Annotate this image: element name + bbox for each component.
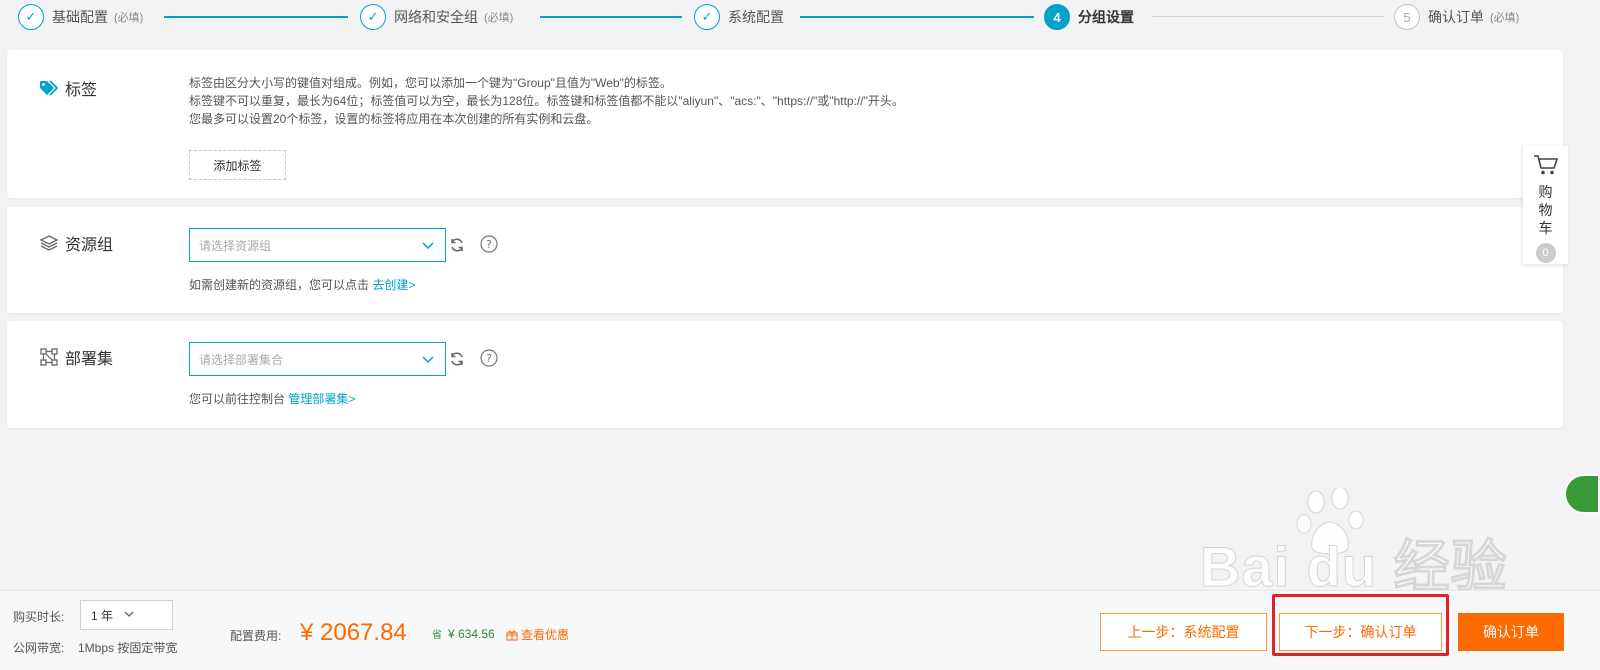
previous-step-button[interactable]: 上一步：系统配置: [1100, 613, 1267, 651]
save-badge-icon: 省: [432, 630, 442, 641]
view-offers-link[interactable]: 查看优惠: [506, 626, 569, 643]
duration-value: 1 年: [91, 608, 114, 623]
bandwidth-value: 1Mbps 按固定带宽: [78, 641, 178, 655]
svg-text:?: ?: [486, 352, 492, 365]
duration-label: 购买时长:: [13, 610, 65, 624]
step-system-config[interactable]: ✓ 系统配置: [694, 4, 784, 30]
chevron-down-icon: [123, 608, 135, 623]
step-group-settings: 4 分组设置: [1044, 4, 1134, 30]
resource-group-placeholder: 请选择资源组: [199, 238, 272, 253]
deployment-set-hint-text: 您可以前往控制台: [189, 392, 286, 406]
check-icon: ✓: [694, 4, 720, 30]
resource-group-select[interactable]: 请选择资源组: [189, 228, 446, 262]
floating-helper-icon[interactable]: [1564, 474, 1600, 514]
help-icon[interactable]: ?: [480, 235, 498, 253]
create-resource-group-link[interactable]: 去创建>: [372, 278, 415, 292]
manage-deployment-set-link[interactable]: 管理部署集>: [288, 392, 355, 406]
order-footer: 购买时长: 1 年 公网带宽: 1Mbps 按固定带宽 配置费用: ¥ 2067…: [0, 590, 1600, 670]
tag-icon: [39, 79, 59, 97]
tags-title-text: 标签: [65, 82, 98, 99]
gift-icon: [506, 629, 518, 641]
deployment-set-hint: 您可以前往控制台 管理部署集>: [189, 390, 355, 407]
step-label: 分组设置: [1078, 9, 1134, 25]
chevron-down-icon: [421, 352, 435, 369]
cart-icon: [1533, 154, 1559, 179]
total-price: ¥ 2067.84: [300, 619, 407, 646]
cart-count-badge: 0: [1535, 243, 1556, 263]
deployment-set-panel: 部署集 请选择部署集合 ? 您可以前往控制台 管理部署集>: [7, 321, 1563, 428]
tags-desc-line: 您最多可以设置20个标签，设置的标签将应用在本次创建的所有实例和云盘。: [189, 112, 599, 126]
bandwidth-label: 公网带宽:: [13, 641, 65, 655]
resource-group-panel: 资源组 请选择资源组 ? 如需创建新的资源组，您可以点击 去创建>: [7, 207, 1563, 313]
savings: 省 ¥ 634.56: [432, 626, 495, 642]
step-label: 网络和安全组: [394, 9, 478, 25]
step-number: 4: [1044, 4, 1070, 30]
confirm-order-button[interactable]: 确认订单: [1458, 613, 1564, 651]
step-required: (必填): [484, 12, 514, 24]
add-tag-button[interactable]: 添加标签: [189, 150, 286, 180]
tags-desc-line: 标签键不可以重复，最长为64位；标签值可以为空，最长为128位。标签键和标签值都…: [189, 94, 904, 108]
help-icon[interactable]: ?: [480, 349, 498, 367]
step-label: 系统配置: [728, 9, 784, 25]
cost-label: 配置费用:: [230, 629, 282, 643]
step-required: (必填): [1490, 12, 1520, 24]
next-step-button[interactable]: 下一步：确认订单: [1279, 613, 1442, 651]
deployment-set-select[interactable]: 请选择部署集合: [189, 342, 446, 376]
duration-select[interactable]: 1 年: [80, 600, 173, 630]
step-connector: [164, 16, 348, 18]
resource-group-title-text: 资源组: [65, 237, 114, 254]
resource-group-title: 资源组: [39, 231, 113, 255]
resource-group-hint-text: 如需创建新的资源组，您可以点击: [189, 278, 370, 292]
step-connector: [540, 16, 682, 18]
step-confirm-order: 5 确认订单 (必填): [1394, 4, 1519, 30]
step-label: 确认订单: [1428, 9, 1484, 25]
tags-panel: 标签 标签由区分大小写的键值对组成。例如，您可以添加一个键为"Group"且值为…: [7, 50, 1563, 198]
save-amount: ¥ 634.56: [448, 626, 495, 641]
step-connector: [1152, 16, 1384, 17]
deployment-set-title-text: 部署集: [65, 351, 114, 368]
check-icon: ✓: [18, 4, 44, 30]
resource-group-hint: 如需创建新的资源组，您可以点击 去创建>: [189, 276, 415, 293]
step-connector: [800, 16, 1034, 18]
deployment-set-title: 部署集: [39, 345, 113, 369]
step-basic-config[interactable]: ✓ 基础配置 (必填): [18, 4, 143, 30]
view-offers-text: 查看优惠: [521, 628, 570, 642]
shopping-cart-tab[interactable]: 购物车 0: [1523, 146, 1568, 264]
tags-description: 标签由区分大小写的键值对组成。例如，您可以添加一个键为"Group"且值为"We…: [189, 74, 904, 128]
paw-icon: [1296, 488, 1364, 555]
deployment-set-placeholder: 请选择部署集合: [199, 352, 284, 367]
cart-label: 购物车: [1538, 184, 1553, 236]
refresh-icon[interactable]: [448, 236, 466, 254]
check-icon: ✓: [360, 4, 386, 30]
tags-title: 标签: [39, 76, 97, 100]
step-progress-bar: ✓ 基础配置 (必填) ✓ 网络和安全组 (必填) ✓ 系统配置 4 分组设置 …: [0, 0, 1600, 36]
chevron-down-icon: [421, 238, 435, 255]
step-label: 基础配置: [52, 9, 108, 25]
step-number: 5: [1394, 4, 1420, 30]
svg-text:?: ?: [486, 238, 492, 251]
step-network-security[interactable]: ✓ 网络和安全组 (必填): [360, 4, 513, 30]
step-required: (必填): [114, 12, 144, 24]
tags-desc-line: 标签由区分大小写的键值对组成。例如，您可以添加一个键为"Group"且值为"We…: [189, 76, 672, 90]
layers-icon: [39, 234, 59, 252]
cluster-icon: [39, 348, 59, 366]
refresh-icon[interactable]: [448, 350, 466, 368]
